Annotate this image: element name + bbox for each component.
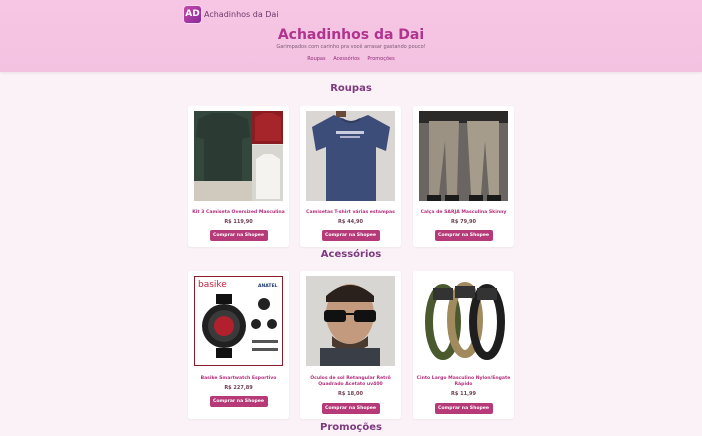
product-name[interactable]: Camisetas T-shirt várias estampas	[302, 210, 399, 216]
buy-on-shopee-button[interactable]: Comprar na Shopee	[434, 403, 493, 414]
logo-text: Achadinhos da Dai	[204, 10, 279, 19]
product-image-belts[interactable]	[419, 276, 508, 366]
buy-on-shopee-button[interactable]: Comprar na Shopee	[209, 230, 268, 241]
tagline: Garimpados com carinho pra você arrasar …	[276, 44, 426, 50]
product-image-tshirt[interactable]	[306, 111, 395, 201]
product-price: R$ 119,90	[224, 219, 253, 225]
product-price: R$ 18,00	[338, 391, 363, 397]
nav-link-promocoes[interactable]: Promoções	[367, 56, 394, 62]
page-title: Achadinhos da Dai	[277, 27, 425, 43]
nav-link-roupas[interactable]: Roupas	[307, 56, 325, 62]
logo[interactable]: AD Achadinhos da Dai	[184, 6, 279, 23]
product-image-pants[interactable]	[419, 111, 508, 201]
product-name[interactable]: Cinto Largo Masculino Nylon/Engate Rápid…	[415, 376, 512, 387]
product-name[interactable]: Óculos de sol Retangular Retrô Quadrado …	[302, 376, 399, 387]
section-title-roupas: Roupas	[330, 83, 372, 94]
main-nav: Roupas Acessórios Promoções	[0, 56, 702, 62]
product-name[interactable]: Calça de SARJA Masculina Skinny	[415, 210, 512, 216]
product-price: R$ 44,90	[338, 219, 363, 225]
product-name[interactable]: Basike Smartwatch Esportivo	[190, 376, 287, 382]
section-title-promocoes: Promoções	[320, 422, 382, 433]
buy-on-shopee-button[interactable]: Comprar na Shopee	[434, 230, 493, 241]
product-card: Calça de SARJA Masculina Skinny R$ 79,90…	[413, 106, 514, 247]
product-name[interactable]: Kit 3 Camiseta Oversized Masculina	[190, 210, 287, 216]
brand-text: basike	[198, 280, 227, 290]
buy-on-shopee-button[interactable]: Comprar na Shopee	[209, 396, 268, 407]
seal-text: ANATEL	[258, 283, 278, 289]
product-price: R$ 11,99	[451, 391, 476, 397]
product-price: R$ 79,90	[451, 219, 476, 225]
product-image-sunglasses[interactable]	[306, 276, 395, 366]
site-header: AD Achadinhos da Dai Achadinhos da Dai G…	[0, 0, 702, 72]
product-card: Camisetas T-shirt várias estampas R$ 44,…	[300, 106, 401, 247]
product-card: basike ANATEL Basike Smartwatch Esportiv…	[188, 271, 289, 419]
nav-link-acessorios[interactable]: Acessórios	[333, 56, 360, 62]
product-card: Óculos de sol Retangular Retrô Quadrado …	[300, 271, 401, 419]
section-title-acessorios: Acessórios	[320, 249, 382, 260]
product-price: R$ 227,89	[224, 385, 253, 391]
product-card: Cinto Largo Masculino Nylon/Engate Rápid…	[413, 271, 514, 419]
product-card: Kit 3 Camiseta Oversized Masculina R$ 11…	[188, 106, 289, 247]
product-image-oversized-tees[interactable]	[194, 111, 283, 201]
logo-badge: AD	[184, 6, 201, 23]
buy-on-shopee-button[interactable]: Comprar na Shopee	[321, 230, 380, 241]
buy-on-shopee-button[interactable]: Comprar na Shopee	[321, 403, 380, 414]
product-image-smartwatch[interactable]: basike ANATEL	[194, 276, 283, 366]
